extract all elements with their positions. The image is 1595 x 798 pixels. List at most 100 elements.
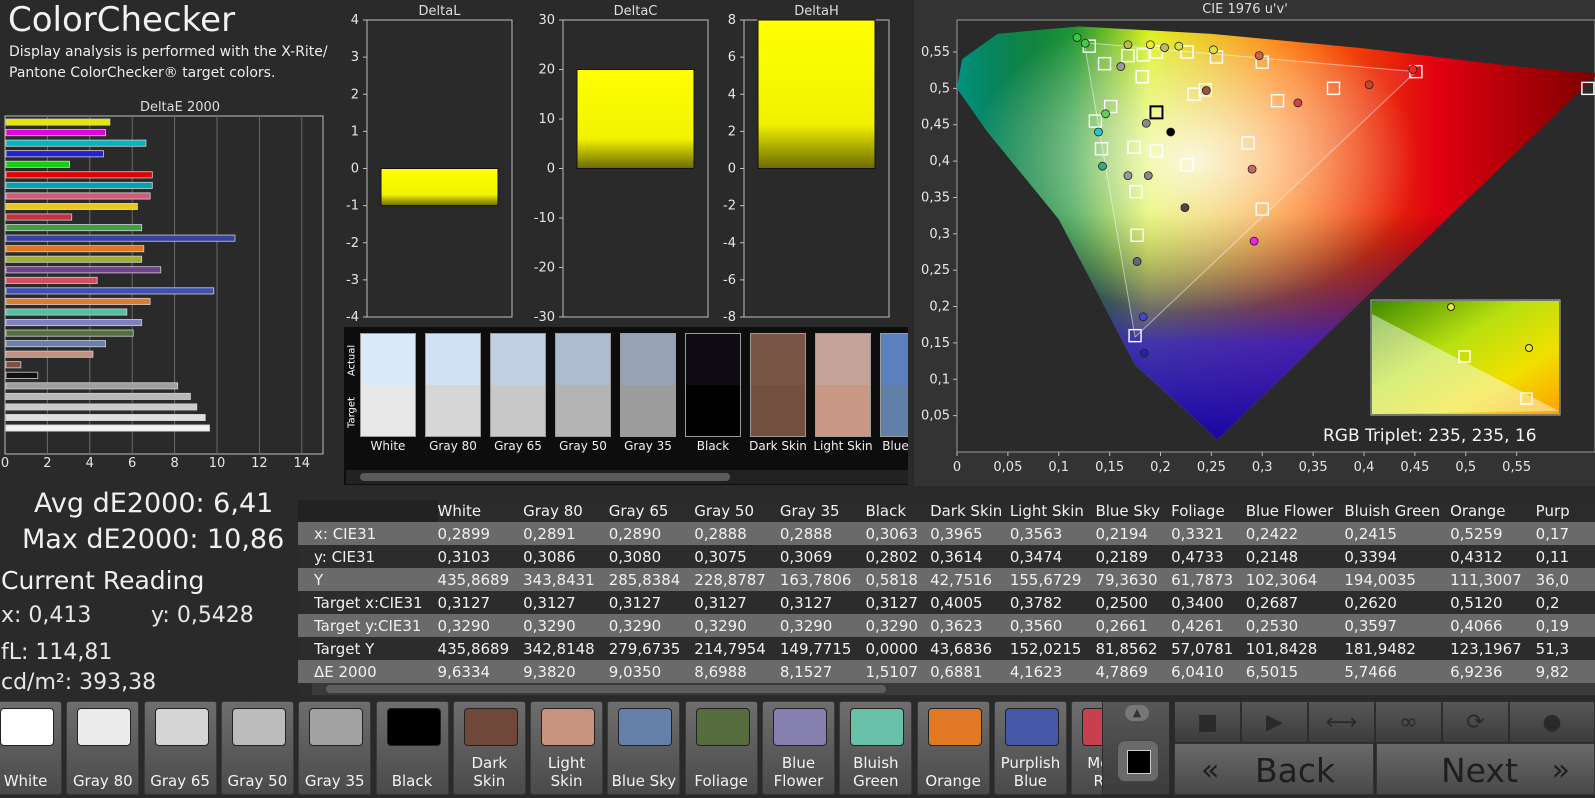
delta-tick-label: -6 (723, 273, 736, 288)
actual-label: Actual (346, 344, 358, 377)
swatch-button[interactable]: Purplish Blue (993, 701, 1067, 795)
table-cell: 0,3290 (779, 614, 866, 637)
table-cell: 0,3290 (865, 614, 931, 637)
table-cell: 0,0000 (865, 637, 931, 660)
table-cell: 0,3597 (1344, 614, 1451, 637)
cie-x-tick-label: 0,1 (1048, 460, 1069, 475)
delta-tick-label: 2 (351, 87, 359, 102)
table-column-header[interactable]: White (437, 500, 524, 522)
table-scroll-thumb[interactable] (326, 685, 886, 693)
table-cell: 0,11 (1535, 545, 1595, 568)
table-column-header[interactable]: Gray 80 (523, 500, 609, 522)
table-cell: 57,0781 (1171, 637, 1246, 660)
table-row-label: x: CIE31 (298, 522, 438, 545)
swatch-chip (463, 708, 518, 746)
next-button[interactable]: Next » (1376, 743, 1595, 795)
swatch-button[interactable]: Light Skin (530, 701, 604, 795)
deltae-bar (5, 371, 39, 379)
deltae-bar (5, 350, 94, 358)
table-cell: 61,7873 (1171, 568, 1246, 591)
table-column-header[interactable] (298, 500, 438, 522)
table-column-header[interactable]: Gray 50 (694, 500, 780, 522)
table-cell: 0,3290 (437, 614, 524, 637)
swatch-button[interactable]: Foliage (684, 701, 758, 795)
measured-marker (1249, 236, 1259, 246)
table-column-header[interactable]: Blue Sky (1095, 500, 1172, 522)
swatch-button[interactable]: Gray 65 (143, 701, 217, 795)
table-column-header[interactable]: Orange (1450, 500, 1536, 522)
table-column-header[interactable]: Purp (1535, 500, 1595, 522)
swatch-button[interactable]: Gray 80 (66, 701, 140, 795)
swatch-chip (154, 708, 209, 746)
table-column-header[interactable]: Black (865, 500, 931, 522)
target-color-half (556, 385, 610, 436)
step-control[interactable]: ▲ (1102, 701, 1170, 795)
swatch-label: Black (391, 772, 433, 790)
strip-scrollbar[interactable] (346, 470, 908, 484)
delta-tick-label: -8 (723, 310, 736, 325)
swatch-button[interactable]: Gray 35 (298, 701, 372, 795)
measured-marker (1247, 164, 1257, 174)
swatch-button[interactable]: Blue Sky (607, 701, 681, 795)
fit-button[interactable]: ⟷ (1308, 701, 1375, 743)
deltae-bar (5, 361, 22, 369)
measured-marker (1166, 127, 1176, 137)
table-column-header[interactable]: Dark Skin (930, 500, 1010, 522)
table-cell: 0,2422 (1245, 522, 1345, 545)
table-header-row: White Gray 80 Gray 65 Gray 50 Gray 35 Black Da… (298, 500, 1595, 522)
swatch-button[interactable]: Gray 50 (220, 701, 294, 795)
loop-button[interactable]: ∞ (1375, 701, 1442, 743)
table-cell: 0,3127 (437, 591, 524, 614)
deltae-bar (5, 118, 111, 126)
delta-tick-label: 8 (728, 13, 736, 28)
strip-patch-label: Blue Sky (882, 439, 908, 453)
strip-patch-label: Light Skin (813, 439, 873, 453)
back-button[interactable]: « Back (1174, 743, 1374, 795)
swatch-button[interactable]: Dark Skin (452, 701, 526, 795)
table-cell: 0,3400 (1171, 591, 1246, 614)
table-cell: 149,7715 (779, 637, 866, 660)
table-cell: 4,7869 (1095, 660, 1172, 683)
table-column-header[interactable]: Light Skin (1009, 500, 1096, 522)
target-color-half (491, 385, 545, 436)
play-button[interactable]: ▶ (1241, 701, 1308, 743)
table-scrollbar[interactable] (312, 683, 1595, 695)
table-cell: 435,8689 (437, 637, 524, 660)
table-cell: 0,4005 (930, 591, 1010, 614)
refresh-button[interactable]: ⟳ (1442, 701, 1509, 743)
extra-button[interactable]: ● (1509, 701, 1595, 743)
fit-icon: ⟷ (1325, 710, 1358, 735)
swatch-button[interactable]: Blue Flower (762, 701, 835, 795)
table-column-header[interactable]: Foliage (1171, 500, 1246, 522)
table-cell: 0,5120 (1450, 591, 1536, 614)
strip-scroll-thumb[interactable] (360, 473, 730, 481)
swatch-label: Dark Skin (471, 754, 508, 790)
delta-bar (757, 19, 876, 169)
table-cell: 0,3103 (437, 545, 524, 568)
table-cell: 0,3965 (930, 522, 1010, 545)
table-cell: 1,5107 (865, 660, 931, 683)
table-column-header[interactable]: Bluish Green (1344, 500, 1451, 522)
actual-color-half (556, 334, 610, 385)
swatch-button[interactable]: White (0, 701, 62, 795)
up-arrow-icon[interactable]: ▲ (1125, 705, 1149, 721)
current-patch-button[interactable] (1117, 740, 1159, 782)
swatch-chip (386, 708, 441, 746)
table-column-header[interactable]: Blue Flower (1245, 500, 1345, 522)
swatch-chip (927, 708, 982, 746)
table-cell: 0,3474 (1009, 545, 1096, 568)
swatch-button[interactable]: Bluish Green (839, 701, 913, 795)
table-cell: 6,5015 (1245, 660, 1345, 683)
measured-marker (1098, 161, 1107, 171)
patch-strip: Actual Target White Gray 80 Gray 65 Gray 50… (344, 327, 908, 485)
actual-color-half (686, 334, 740, 385)
table-column-header[interactable]: Gray 35 (779, 500, 866, 522)
measured-marker (1201, 86, 1211, 95)
strip-patch-label: Gray 80 (429, 439, 477, 453)
table-cell: 0,3290 (608, 614, 695, 637)
swatch-button[interactable]: Black (375, 701, 449, 795)
swatch-button[interactable]: Orange (916, 701, 990, 795)
deltae-bar (5, 192, 151, 200)
table-column-header[interactable]: Gray 65 (608, 500, 695, 522)
stop-button[interactable]: ■ (1174, 701, 1241, 743)
